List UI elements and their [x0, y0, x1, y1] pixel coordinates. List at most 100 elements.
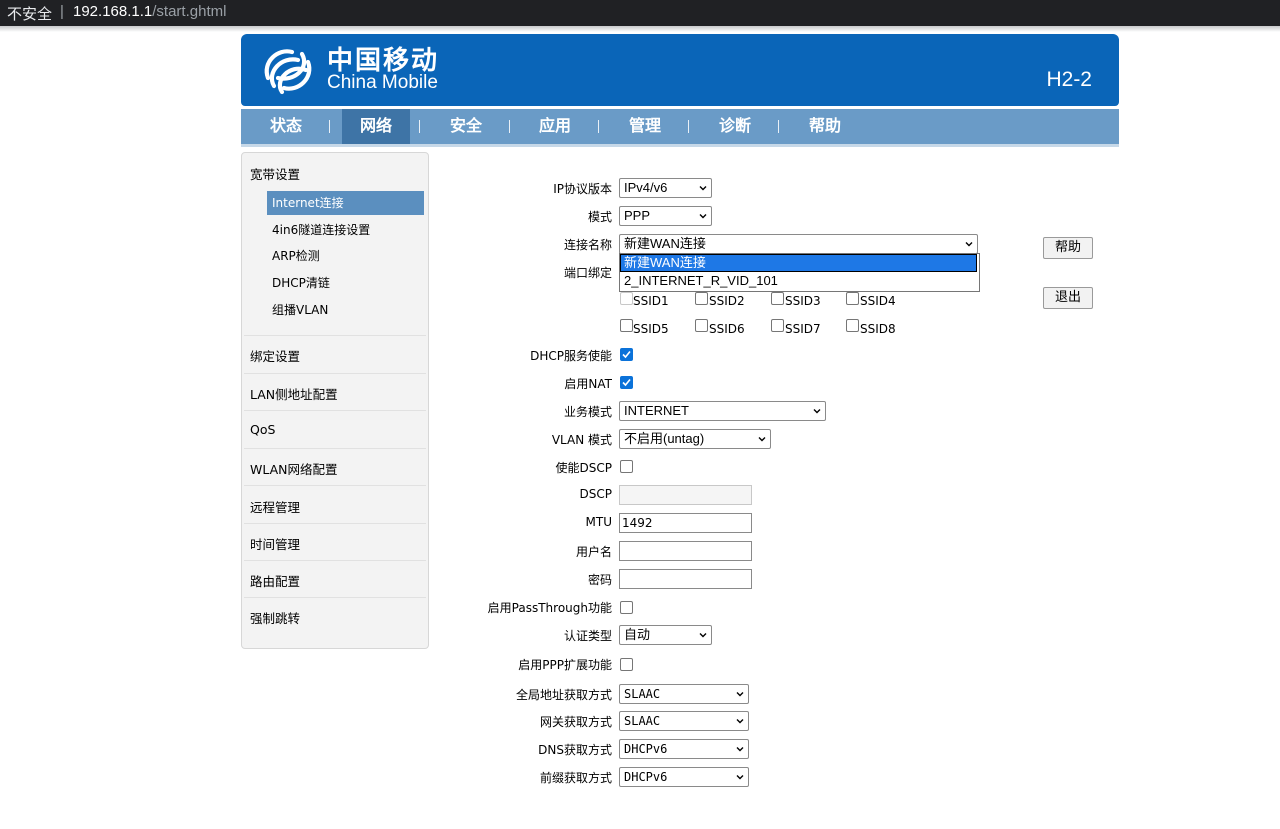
chevron-down-icon	[736, 775, 744, 780]
dhcp-label: DHCP服务使能	[530, 349, 612, 363]
vlan-mode-label: VLAN 模式	[551, 433, 612, 447]
dhcp-checkbox[interactable]	[620, 348, 633, 361]
passthrough-label: 启用PassThrough功能	[487, 601, 612, 615]
ip-version-select[interactable]: IPv4/v6	[619, 178, 712, 198]
logout-button[interactable]: 退出	[1043, 287, 1093, 309]
ssid1-checkbox[interactable]	[620, 292, 633, 305]
nav-help[interactable]: 帮助	[790, 109, 860, 144]
nav-diagnostics[interactable]: 诊断	[700, 109, 770, 144]
device-model: H2-2	[1046, 68, 1092, 91]
nat-label: 启用NAT	[564, 377, 612, 391]
sidebar-item-remote[interactable]: 远程管理	[250, 497, 300, 516]
username-input[interactable]	[619, 541, 752, 561]
nav-separator	[509, 120, 510, 133]
ssid2-label: SSID2	[709, 294, 745, 308]
help-button[interactable]: 帮助	[1043, 237, 1093, 259]
ssid8-label: SSID8	[860, 322, 896, 336]
sidebar-item-wlan[interactable]: WLAN网络配置	[250, 459, 338, 478]
dscp-enable-checkbox[interactable]	[620, 460, 633, 473]
ssid7-label: SSID7	[785, 322, 821, 336]
nav-applications[interactable]: 应用	[520, 109, 590, 144]
sidebar-divider	[244, 448, 426, 449]
vlan-mode-select[interactable]: 不启用(untag)	[619, 429, 771, 449]
ssid5-checkbox[interactable]	[620, 319, 633, 332]
password-input[interactable]	[619, 569, 752, 589]
browser-address-bar[interactable]: 不安全 | 192.168.1.1/start.ghtml	[0, 0, 1280, 26]
passthrough-checkbox[interactable]	[620, 601, 633, 614]
conn-name-option[interactable]: 2_INTERNET_R_VID_101	[620, 272, 977, 290]
sidebar-item-4in6[interactable]: 4in6隧道连接设置	[267, 218, 424, 242]
brand-name-en: China Mobile	[327, 72, 438, 93]
nav-status[interactable]: 状态	[251, 109, 321, 144]
nav-network[interactable]: 网络	[342, 109, 410, 144]
nav-management[interactable]: 管理	[610, 109, 680, 144]
conn-name-label: 连接名称	[563, 238, 612, 252]
sidebar-item-binding[interactable]: 绑定设置	[250, 346, 300, 365]
global-addr-value: SLAAC	[624, 687, 661, 701]
chevron-down-icon	[736, 692, 744, 697]
main-nav: 状态 网络 安全 应用 管理 诊断 帮助	[241, 109, 1119, 147]
global-addr-label: 全局地址获取方式	[515, 688, 612, 702]
conn-name-dropdown: 新建WAN连接 2_INTERNET_R_VID_101	[619, 253, 980, 292]
sidebar-item-route[interactable]: 路由配置	[250, 571, 300, 590]
ssid6-checkbox[interactable]	[695, 319, 708, 332]
sidebar-item-lan[interactable]: LAN侧地址配置	[250, 384, 338, 403]
sidebar-item-internet[interactable]: Internet连接	[267, 191, 424, 215]
sidebar-item-multicast-vlan[interactable]: 组播VLAN	[267, 298, 424, 322]
ppp-ext-checkbox[interactable]	[620, 658, 633, 671]
sidebar-item-time[interactable]: 时间管理	[250, 534, 300, 553]
dscp-input[interactable]	[619, 485, 752, 505]
service-mode-value: INTERNET	[624, 403, 689, 418]
nav-security[interactable]: 安全	[431, 109, 501, 144]
nat-checkbox[interactable]	[620, 376, 633, 389]
chevron-down-icon	[813, 409, 821, 414]
nav-separator	[419, 120, 420, 133]
chevron-down-icon	[736, 719, 744, 724]
sidebar-divider	[244, 523, 426, 524]
prefix-value: DHCPv6	[624, 770, 668, 784]
ssid2-checkbox[interactable]	[695, 292, 708, 305]
ssid4-checkbox[interactable]	[846, 292, 859, 305]
dns-select[interactable]: DHCPv6	[619, 739, 749, 759]
chevron-down-icon	[758, 437, 766, 442]
security-indicator[interactable]: 不安全	[7, 3, 52, 24]
dscp-enable-label: 使能DSCP	[555, 461, 612, 475]
auth-type-label: 认证类型	[563, 629, 612, 643]
port-bind-label: 端口绑定	[563, 266, 612, 280]
conn-name-value: 新建WAN连接	[624, 236, 706, 251]
conn-name-option[interactable]: 新建WAN连接	[620, 254, 977, 272]
checkmark-icon	[622, 350, 631, 359]
chevron-down-icon	[965, 242, 973, 247]
service-mode-label: 业务模式	[563, 405, 612, 419]
ssid7-checkbox[interactable]	[771, 319, 784, 332]
sidebar-divider	[244, 335, 426, 336]
url-text[interactable]: 192.168.1.1/start.ghtml	[73, 3, 226, 20]
conn-name-select[interactable]: 新建WAN连接	[619, 234, 978, 254]
service-mode-select[interactable]: INTERNET	[619, 401, 826, 421]
auth-type-select[interactable]: 自动	[619, 625, 712, 645]
ip-version-value: IPv4/v6	[624, 180, 668, 195]
mtu-label: MTU	[585, 515, 612, 529]
password-label: 密码	[587, 573, 612, 587]
mtu-input[interactable]: 1492	[619, 513, 752, 533]
ssid8-checkbox[interactable]	[846, 319, 859, 332]
ssid5-label: SSID5	[633, 322, 669, 336]
prefix-label: 前缀获取方式	[539, 771, 612, 785]
prefix-select[interactable]: DHCPv6	[619, 767, 749, 787]
sidebar-group-broadband[interactable]: 宽带设置	[250, 164, 300, 183]
chevron-down-icon	[699, 633, 707, 638]
chevron-down-icon	[699, 186, 707, 191]
auth-type-value: 自动	[624, 627, 651, 642]
ppp-ext-label: 启用PPP扩展功能	[518, 658, 612, 672]
global-addr-select[interactable]: SLAAC	[619, 684, 749, 704]
mode-select[interactable]: PPP	[619, 206, 712, 226]
ssid3-checkbox[interactable]	[771, 292, 784, 305]
ssid4-label: SSID4	[860, 294, 896, 308]
sidebar-item-redirect[interactable]: 强制跳转	[250, 608, 300, 627]
sidebar-item-dhcp-clear[interactable]: DHCP清链	[267, 271, 424, 295]
gateway-select[interactable]: SLAAC	[619, 711, 749, 731]
sidebar-item-arp[interactable]: ARP检测	[267, 244, 424, 268]
sidebar-item-qos[interactable]: QoS	[250, 422, 275, 437]
url-path: /start.ghtml	[152, 3, 227, 20]
dscp-label: DSCP	[579, 487, 612, 501]
